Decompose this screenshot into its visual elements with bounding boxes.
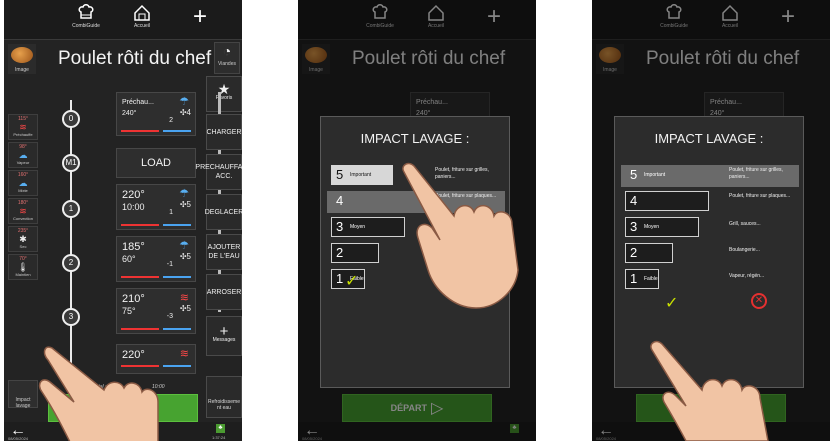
mode-mixte[interactable]: 160° ☁ Mixte: [8, 170, 38, 196]
timeline-node[interactable]: 1: [62, 200, 80, 218]
top-bar: CombiGuide Accueil +: [4, 0, 242, 40]
recipe-title: Poulet rôti du chef: [58, 48, 212, 69]
oven-screen-3: CombiGuide Accueil + Image Poulet rôti d…: [592, 0, 830, 441]
timeline-node[interactable]: 3: [62, 308, 80, 326]
step-card[interactable]: 185° 60° ☂ ✣5 -1: [116, 236, 196, 282]
timeline-node[interactable]: M1: [62, 154, 80, 172]
hand-pointer-icon: [402, 162, 519, 309]
oven-screen-1: CombiGuide Accueil + Image Poulet rôti d…: [4, 0, 242, 441]
fan-icon: ✣5: [179, 200, 191, 209]
hand-pointer-icon: [650, 340, 769, 441]
add-button[interactable]: +: [174, 2, 226, 38]
deglacer-button[interactable]: DEGLACER: [205, 194, 242, 230]
steam-icon: ☂: [179, 188, 189, 200]
refroidissement-button[interactable]: Refroidisseme nt eau: [206, 376, 242, 418]
option-description: Vapeur, régén...: [729, 273, 765, 279]
messages-button[interactable]: + Messages: [206, 316, 242, 356]
home-button[interactable]: Accueil: [116, 2, 168, 38]
step-card[interactable]: 210° 75° ≋ ✣5 -3: [116, 288, 196, 334]
mode-maintien[interactable]: 70° 🌡 Maintien: [8, 254, 38, 280]
option-3[interactable]: 3 Moyen: [625, 217, 699, 237]
heat-icon: ≋: [19, 122, 27, 132]
steam-icon: ☁: [18, 150, 28, 160]
home-label: Accueil: [133, 23, 151, 29]
hand-pointer-icon: [38, 346, 159, 441]
mode-sec[interactable]: 235° ✱ Sec: [8, 226, 38, 252]
check-icon[interactable]: ✓: [345, 271, 358, 291]
fan-icon: ✣5: [179, 252, 191, 261]
option-5[interactable]: 5 Important: [331, 165, 393, 185]
option-2[interactable]: 2: [331, 243, 379, 263]
timeline-node[interactable]: 0: [62, 110, 80, 128]
check-icon[interactable]: ✓: [665, 293, 678, 313]
combiguide-label: CombiGuide: [72, 23, 100, 29]
dialog-title: IMPACT LAVAGE :: [360, 131, 470, 146]
roast-chicken-icon: [11, 47, 33, 63]
mode-column: 115° ≋ Préchauffe 98° ☁ Vapeur 160° ☁ Mixte 18…: [8, 114, 38, 282]
option-description: Grill, sauces...: [729, 221, 761, 227]
leaf-icon: ♣: [216, 424, 225, 433]
thermometer-icon: 🌡: [17, 262, 29, 272]
option-5[interactable]: 5 Important: [625, 165, 719, 185]
combiguide-button[interactable]: CombiGuide: [60, 2, 112, 38]
option-description: Poulet, friture sur plaques...: [729, 193, 791, 199]
arroser-button[interactable]: ARROSER: [206, 274, 242, 310]
option-3[interactable]: 3 Moyen: [331, 217, 405, 237]
favoris-button[interactable]: ★ Favoris: [206, 76, 242, 112]
chef-hat-icon: [78, 4, 94, 19]
plus-icon: +: [219, 323, 229, 340]
convection-icon: ≋: [19, 206, 27, 216]
meat-icon: ◔: [222, 43, 232, 59]
option-4[interactable]: 4: [625, 191, 709, 211]
heat-bar: [121, 130, 159, 132]
step-card[interactable]: 220° 10:00 ☂ ✣5 1: [116, 184, 196, 230]
option-4[interactable]: 4: [331, 191, 401, 211]
fan-icon: ✣4: [179, 108, 191, 117]
fan-icon: ✣5: [179, 304, 191, 313]
option-description: Boulangerie...: [729, 247, 760, 253]
mixed-icon: ☁: [18, 178, 28, 188]
timeline-node[interactable]: 2: [62, 254, 80, 272]
option-2[interactable]: 2: [625, 243, 673, 263]
prechauffage-button[interactable]: PRECHAUFFAGE ACC.: [195, 154, 242, 190]
dry-icon: ✱: [19, 234, 27, 244]
mode-vapeur[interactable]: 98° ☁ Vapeur: [8, 142, 38, 168]
option-1[interactable]: 1 Faible: [625, 269, 659, 289]
steam-icon: ☂: [179, 96, 189, 108]
option-description: Poulet, friture sur grilles, paniers...: [729, 167, 783, 180]
heat-icon: ≋: [179, 292, 189, 304]
cancel-icon[interactable]: ✕: [751, 293, 767, 309]
ajouter-eau-button[interactable]: AJOUTER DE L'EAU: [206, 234, 242, 270]
oven-screen-2: CombiGuide Accueil + Image Poulet rôti d…: [298, 0, 536, 441]
steam-icon: ☂: [179, 240, 189, 252]
heat-icon: ≋: [179, 348, 189, 360]
mode-convection[interactable]: 180° ≋ Convection: [8, 198, 38, 224]
viandes-button[interactable]: ◔ Viandes: [214, 42, 240, 74]
charger-button[interactable]: CHARGER: [206, 114, 242, 150]
dialog-title: IMPACT LAVAGE :: [654, 131, 764, 146]
step-card[interactable]: Préchau... 240° ☂ ✣4 2: [116, 92, 196, 136]
load-button[interactable]: LOAD: [116, 148, 196, 178]
recipe-image[interactable]: Image: [8, 44, 36, 74]
steam-bar: [163, 130, 191, 132]
home-icon: [134, 4, 150, 21]
mode-prechauffe[interactable]: 115° ≋ Préchauffe: [8, 114, 38, 140]
